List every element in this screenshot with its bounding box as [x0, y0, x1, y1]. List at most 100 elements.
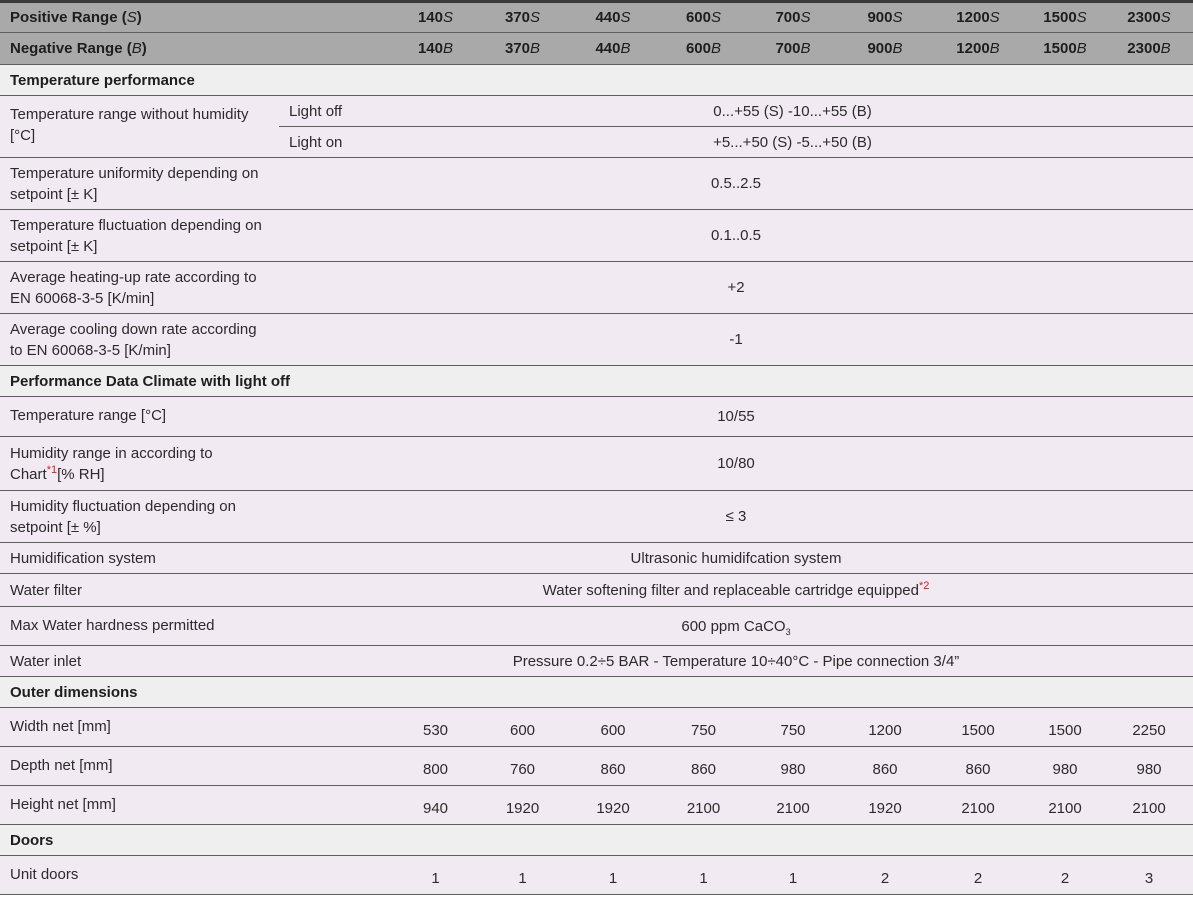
- row-value: 0...+55 (S) -10...+55 (B): [392, 95, 1193, 127]
- cell-value: 600: [566, 707, 660, 747]
- model-cell: 2300B: [1105, 32, 1193, 65]
- positive-range-header: Positive Range (S) 140S 370S 440S 600S 7…: [0, 0, 1193, 33]
- table-row: Average heating-up rate according to EN …: [0, 261, 1193, 314]
- section-outer-dimensions: Outer dimensions: [0, 676, 1193, 708]
- row-value: +5...+50 (S) -5...+50 (B): [392, 126, 1193, 158]
- row-label: Width net [mm]: [0, 707, 392, 747]
- cell-value: 1: [392, 855, 479, 895]
- cell-value: 750: [660, 707, 747, 747]
- table-row: Average cooling down rate according to E…: [0, 313, 1193, 366]
- cell-value: 2100: [747, 785, 839, 825]
- section-title: Temperature performance: [0, 64, 1193, 96]
- cell-value: 2100: [660, 785, 747, 825]
- cell-value: 1: [479, 855, 566, 895]
- footnote-marker: *2: [918, 579, 930, 592]
- section-doors: Doors: [0, 824, 1193, 856]
- row-value: Ultrasonic humidifcation system: [279, 542, 1193, 574]
- negative-range-label: Negative Range (B): [0, 32, 392, 65]
- negative-range-header: Negative Range (B) 140B 370B 440B 600B 7…: [0, 32, 1193, 65]
- cell-value: 2: [839, 855, 931, 895]
- table-row: Humidification system Ultrasonic humidif…: [0, 542, 1193, 574]
- row-label: Temperature range without humidity [°C]: [0, 95, 279, 158]
- model-cell: 600S: [660, 0, 747, 33]
- table-row: Temperature range without humidity [°C] …: [0, 95, 1193, 158]
- cell-value: 3: [1105, 855, 1193, 895]
- cell-value: 1920: [566, 785, 660, 825]
- table-row: Humidity fluctuation depending on setpoi…: [0, 490, 1193, 543]
- section-title: Doors: [0, 824, 1193, 856]
- cell-value: 860: [566, 746, 660, 786]
- row-label: Temperature range [°C]: [0, 396, 279, 437]
- cell-value: 1500: [1025, 707, 1105, 747]
- section-climate: Performance Data Climate with light off: [0, 365, 1193, 397]
- section-title: Outer dimensions: [0, 676, 1193, 708]
- cell-value: 1920: [839, 785, 931, 825]
- cell-value: 980: [747, 746, 839, 786]
- model-cell: 1500S: [1025, 0, 1105, 33]
- cell-value: 1: [566, 855, 660, 895]
- row-value: -1: [279, 313, 1193, 366]
- cell-value: 1200: [839, 707, 931, 747]
- table-row: Width net [mm] 530 600 600 750 750 1200 …: [0, 707, 1193, 747]
- model-cell: 700S: [747, 0, 839, 33]
- cell-value: 1: [660, 855, 747, 895]
- cell-value: 2100: [1025, 785, 1105, 825]
- model-cell: 600B: [660, 32, 747, 65]
- model-cell: 140B: [392, 32, 479, 65]
- row-label: Temperature uniformity depending on setp…: [0, 157, 279, 210]
- model-cell: 900S: [839, 0, 931, 33]
- section-title: Performance Data Climate with light off: [0, 365, 1193, 397]
- row-label: Water filter: [0, 573, 279, 607]
- cell-value: 750: [747, 707, 839, 747]
- table-row: Water inlet Pressure 0.2÷5 BAR - Tempera…: [0, 645, 1193, 677]
- row-label: Unit doors: [0, 855, 392, 895]
- model-cell: 370B: [479, 32, 566, 65]
- row-label: Height net [mm]: [0, 785, 392, 825]
- model-cell: 370S: [479, 0, 566, 33]
- model-cell: 440S: [566, 0, 660, 33]
- cell-value: 760: [479, 746, 566, 786]
- model-cell: 1200B: [931, 32, 1025, 65]
- row-label: Average heating-up rate according to EN …: [0, 261, 279, 314]
- cell-value: 860: [660, 746, 747, 786]
- cell-value: 860: [931, 746, 1025, 786]
- row-value: 0.5..2.5: [279, 157, 1193, 210]
- cell-value: 2100: [1105, 785, 1193, 825]
- cell-value: 1920: [479, 785, 566, 825]
- row-value: 10/80: [279, 436, 1193, 491]
- cell-value: 2: [1025, 855, 1105, 895]
- table-row: Water filter Water softening filter and …: [0, 573, 1193, 607]
- row-label: Temperature fluctuation depending on set…: [0, 209, 279, 262]
- cell-value: 860: [839, 746, 931, 786]
- sub-label: Light off: [279, 95, 392, 127]
- row-value: 600 ppm CaCO3: [279, 606, 1193, 646]
- cell-value: 940: [392, 785, 479, 825]
- table-row: Max Water hardness permitted 600 ppm CaC…: [0, 606, 1193, 646]
- model-cell: 700B: [747, 32, 839, 65]
- model-cell: 900B: [839, 32, 931, 65]
- model-cell: 440B: [566, 32, 660, 65]
- model-cell: 1500B: [1025, 32, 1105, 65]
- sub-label: Light on: [279, 126, 392, 158]
- cell-value: 2: [931, 855, 1025, 895]
- model-cell: 140S: [392, 0, 479, 33]
- cell-value: 530: [392, 707, 479, 747]
- row-label: Humidity range in according to Chart*1[%…: [0, 436, 279, 491]
- footnote-marker: *1: [46, 463, 58, 476]
- cell-value: 1: [747, 855, 839, 895]
- model-cell: 2300S: [1105, 0, 1193, 33]
- spec-table: Positive Range (S) 140S 370S 440S 600S 7…: [0, 0, 1193, 895]
- row-label: Humidification system: [0, 542, 279, 574]
- row-label: Water inlet: [0, 645, 279, 677]
- cell-value: 2250: [1105, 707, 1193, 747]
- table-row: Height net [mm] 940 1920 1920 2100 2100 …: [0, 785, 1193, 825]
- row-value: ≤ 3: [279, 490, 1193, 543]
- row-value: +2: [279, 261, 1193, 314]
- table-row: Temperature range [°C] 10/55: [0, 396, 1193, 437]
- section-temperature-performance: Temperature performance: [0, 64, 1193, 96]
- model-cell: 1200S: [931, 0, 1025, 33]
- cell-value: 600: [479, 707, 566, 747]
- row-value: 10/55: [279, 396, 1193, 437]
- table-row: Unit doors 1 1 1 1 1 2 2 2 3: [0, 855, 1193, 895]
- row-label: Max Water hardness permitted: [0, 606, 279, 646]
